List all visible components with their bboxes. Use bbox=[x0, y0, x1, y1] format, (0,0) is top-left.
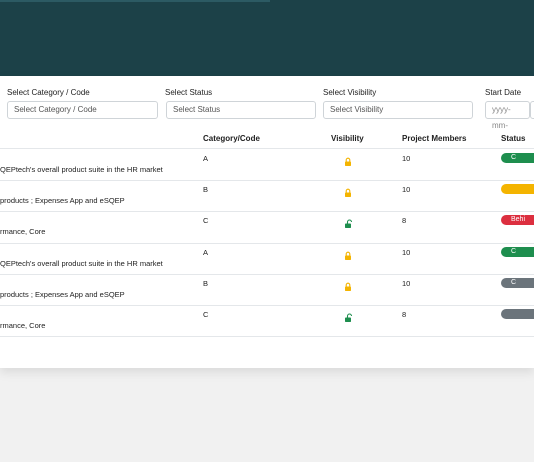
status-badge: C bbox=[501, 246, 534, 257]
start-date-input[interactable]: yyyy-mm- bbox=[485, 101, 530, 130]
column-header-members[interactable]: Project Members bbox=[402, 134, 466, 143]
project-description: QEPtech's overall product suite in the H… bbox=[0, 258, 163, 268]
project-category: A bbox=[203, 247, 209, 257]
status-filter-label: Select Status bbox=[165, 88, 213, 97]
column-header-category[interactable]: Category/Code bbox=[203, 134, 260, 143]
project-members-count: 10 bbox=[402, 185, 411, 195]
row-divider bbox=[0, 336, 534, 338]
header-band bbox=[0, 0, 534, 76]
project-description: products ; Expenses App and eSQEP bbox=[0, 289, 125, 299]
unlock-icon bbox=[343, 310, 353, 322]
header-divider bbox=[0, 0, 270, 2]
status-badge: C bbox=[501, 277, 534, 288]
project-category: C bbox=[203, 310, 209, 319]
status-badge: C bbox=[501, 153, 534, 163]
category-filter-select[interactable]: Select Category / Code bbox=[7, 101, 158, 119]
start-date-label: Start Date bbox=[485, 88, 522, 97]
status-filter-select[interactable]: Select Status bbox=[166, 101, 316, 119]
header-divider-line bbox=[0, 148, 534, 149]
end-date-input[interactable] bbox=[530, 101, 534, 119]
project-category: B bbox=[203, 185, 209, 195]
status-badge bbox=[501, 184, 534, 195]
lock-icon bbox=[343, 248, 353, 260]
visibility-filter-label: Select Visibility bbox=[323, 88, 377, 97]
row-divider bbox=[0, 211, 534, 213]
project-description: products ; Expenses App and eSQEP bbox=[0, 196, 125, 206]
row-divider bbox=[0, 242, 534, 244]
column-header-visibility[interactable]: Visibility bbox=[331, 134, 364, 143]
project-members-count: 10 bbox=[402, 278, 411, 288]
row-divider bbox=[0, 180, 534, 182]
status-badge: Behi bbox=[501, 215, 534, 226]
project-description: QEPtech's overall product suite in the H… bbox=[0, 165, 163, 174]
column-header-status[interactable]: Status bbox=[501, 134, 525, 143]
project-members-count: 10 bbox=[402, 247, 411, 257]
project-description: rmance, Core bbox=[0, 321, 46, 330]
project-category: A bbox=[203, 154, 209, 163]
status-badge bbox=[501, 309, 534, 319]
visibility-filter-select[interactable]: Select Visibility bbox=[323, 101, 473, 119]
row-divider bbox=[0, 273, 534, 275]
projects-panel bbox=[0, 76, 534, 368]
project-description: rmance, Core bbox=[0, 227, 46, 237]
lock-icon bbox=[343, 154, 353, 166]
lock-icon bbox=[343, 279, 353, 291]
category-filter-label: Select Category / Code bbox=[7, 88, 90, 97]
project-members-count: 8 bbox=[402, 310, 407, 319]
unlock-icon bbox=[343, 216, 353, 229]
lock-icon bbox=[343, 185, 353, 198]
project-members-count: 8 bbox=[402, 216, 407, 226]
project-members-count: 10 bbox=[402, 154, 411, 163]
project-category: C bbox=[203, 216, 209, 226]
row-divider bbox=[0, 305, 534, 306]
project-category: B bbox=[203, 278, 209, 288]
